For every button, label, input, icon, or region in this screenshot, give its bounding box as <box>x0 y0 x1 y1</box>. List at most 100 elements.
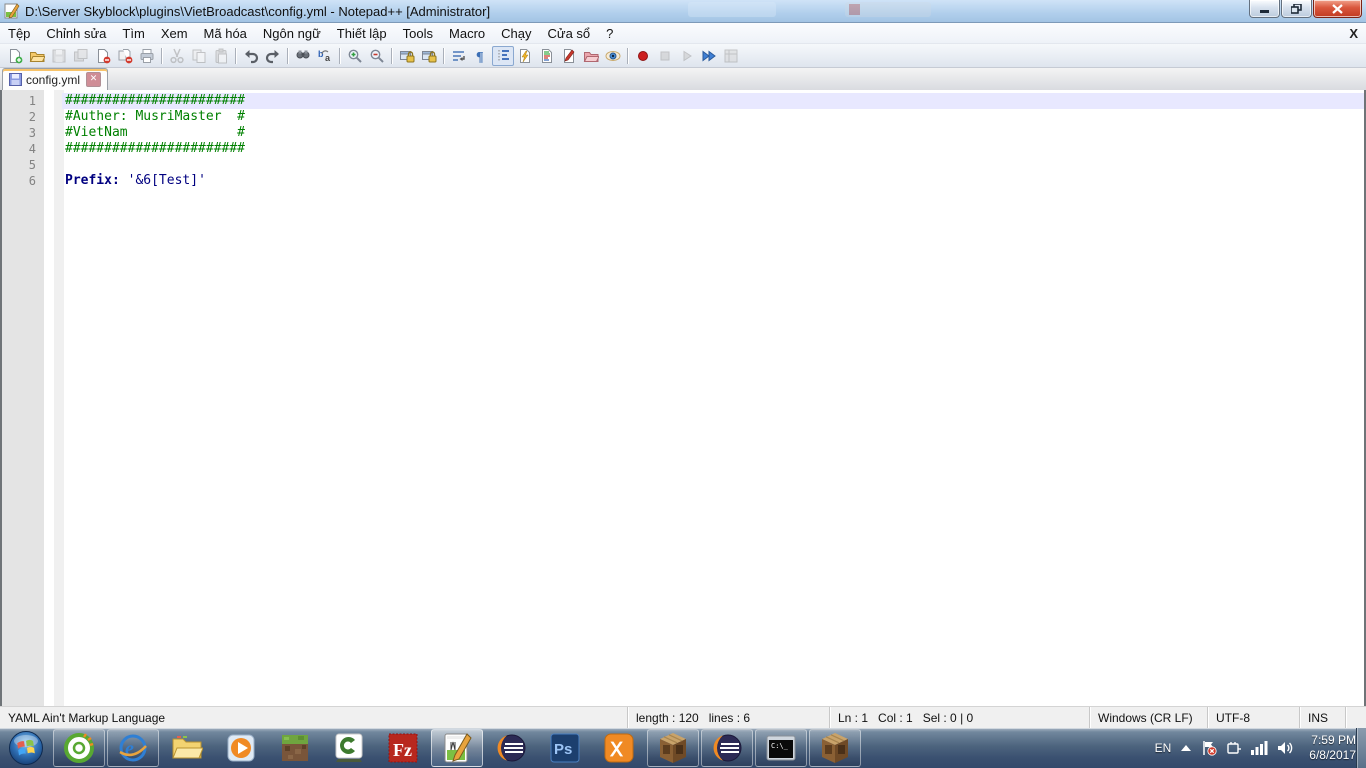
menu-item-1[interactable]: Tệp <box>0 24 38 43</box>
cut-icon[interactable] <box>166 46 188 66</box>
toolbar-separator <box>287 47 289 64</box>
taskbar-command-prompt[interactable]: C:\_ <box>755 729 807 767</box>
editor-line-3[interactable]: 3 #VietNam # <box>2 125 1364 141</box>
svg-text:e: e <box>125 738 134 760</box>
menu-item-10[interactable]: Chạy <box>493 24 539 43</box>
zoom-out-icon[interactable] <box>366 46 388 66</box>
taskbar-photoshop[interactable]: Ps <box>538 728 592 768</box>
taskbar-start-button[interactable] <box>0 728 52 768</box>
system-tray: EN 7:59 PM 6/8/2017 <box>1155 728 1356 768</box>
close-button[interactable] <box>1313 0 1362 18</box>
notepad-plus-plus-icon <box>4 3 20 19</box>
menu-item-7[interactable]: Thiết lập <box>329 24 395 43</box>
monitoring-eye-icon[interactable] <box>602 46 624 66</box>
taskbar-camtasia[interactable] <box>322 728 376 768</box>
document-map-icon[interactable] <box>536 46 558 66</box>
macro-stop-icon[interactable] <box>654 46 676 66</box>
print-icon[interactable] <box>136 46 158 66</box>
menu-item-4[interactable]: Xem <box>153 24 196 43</box>
editor-line-4[interactable]: 4 ####################### <box>2 141 1364 157</box>
save-file-icon[interactable] <box>48 46 70 66</box>
find-icon[interactable] <box>292 46 314 66</box>
npp-icon <box>444 733 472 763</box>
eclipse-icon <box>497 734 526 762</box>
sync-vertical-scroll-icon[interactable] <box>396 46 418 66</box>
background-window-artifact <box>688 2 776 17</box>
zoom-in-icon[interactable] <box>344 46 366 66</box>
window-title: D:\Server Skyblock\plugins\VietBroadcast… <box>25 3 491 19</box>
taskbar-minecraft-server-window-1[interactable] <box>647 729 699 767</box>
copy-icon[interactable] <box>188 46 210 66</box>
indent-guide-icon[interactable] <box>492 45 514 66</box>
svg-text:¶: ¶ <box>476 50 484 64</box>
redo-icon[interactable] <box>262 46 284 66</box>
taskbar-notepad-plus-plus[interactable] <box>431 729 483 767</box>
taskbar-minecraft[interactable] <box>268 728 322 768</box>
word-wrap-icon[interactable] <box>448 46 470 66</box>
menu-item-6[interactable]: Ngôn ngữ <box>255 24 329 43</box>
toolbar-separator <box>627 47 629 64</box>
define-language-icon[interactable] <box>558 46 580 66</box>
close-file-icon[interactable] <box>92 46 114 66</box>
editor-line-5[interactable]: 5 <box>2 157 1364 173</box>
macro-play-icon[interactable] <box>676 46 698 66</box>
code-text: #Auther: MusriMaster # <box>65 109 245 125</box>
menu-item-12[interactable]: ? <box>598 24 621 43</box>
editor-line-6[interactable]: 6 Prefix: '&6[Test]' <box>2 173 1364 189</box>
macro-save-icon[interactable] <box>720 46 742 66</box>
tab-config-yml[interactable]: config.yml ✕ <box>2 68 109 90</box>
network-signal-icon[interactable] <box>1251 741 1268 755</box>
taskbar-internet-explorer[interactable]: e <box>107 729 159 767</box>
taskbar-filezilla[interactable]: Fz <box>376 728 430 768</box>
action-center-flag-icon[interactable] <box>1201 740 1217 756</box>
toolbar-separator <box>339 47 341 64</box>
show-desktop-button[interactable] <box>1356 728 1366 768</box>
menu-item-9[interactable]: Macro <box>441 24 493 43</box>
taskbar-coccoc-browser[interactable] <box>53 729 105 767</box>
close-all-icon[interactable] <box>114 46 136 66</box>
language-indicator[interactable]: EN <box>1155 741 1172 755</box>
hidden-icons-arrow-icon[interactable] <box>1180 744 1192 752</box>
token-key: Prefix: <box>65 173 128 188</box>
volume-speaker-icon[interactable] <box>1277 741 1294 755</box>
taskbar-clock[interactable]: 7:59 PM 6/8/2017 <box>1309 733 1356 763</box>
taskbar-minecraft-server-window-2[interactable] <box>809 729 861 767</box>
editor-line-2[interactable]: 2 #Auther: MusriMaster # <box>2 109 1364 125</box>
macro-run-multiple-icon[interactable] <box>698 46 720 66</box>
menu-item-11[interactable]: Cửa sổ <box>540 24 599 43</box>
title-bar: D:\Server Skyblock\plugins\VietBroadcast… <box>0 0 1366 23</box>
close-document-x[interactable]: X <box>1349 26 1358 41</box>
function-list-icon[interactable] <box>514 46 536 66</box>
menu-item-5[interactable]: Mã hóa <box>196 24 255 43</box>
taskbar-windows-media-player[interactable] <box>214 728 268 768</box>
undo-icon[interactable] <box>240 46 262 66</box>
minimize-button[interactable] <box>1249 0 1280 18</box>
editor-line-1[interactable]: 1 ####################### <box>2 93 1364 109</box>
paste-icon[interactable] <box>210 46 232 66</box>
line-number: 4 <box>28 142 36 156</box>
menu-bar: Tệp Chỉnh sửa Tìm Xem Mã hóa Ngôn ngữ Thiết lậ… <box>0 23 1366 44</box>
save-all-icon[interactable] <box>70 46 92 66</box>
show-all-characters-icon[interactable]: ¶ <box>470 46 492 66</box>
menu-item-3[interactable]: Tìm <box>114 24 152 43</box>
menu-item-2[interactable]: Chỉnh sửa <box>38 24 114 43</box>
photoshop-icon: Ps <box>550 733 580 763</box>
power-plug-icon[interactable] <box>1226 740 1242 756</box>
folder-as-workspace-icon[interactable] <box>580 46 602 66</box>
taskbar-windows-explorer[interactable] <box>160 728 214 768</box>
taskbar-xampp[interactable]: ꓫ <box>592 728 646 768</box>
menu-item-8[interactable]: Tools <box>395 24 441 43</box>
taskbar-eclipse[interactable] <box>484 728 538 768</box>
open-file-icon[interactable] <box>26 46 48 66</box>
tab-close-icon[interactable]: ✕ <box>86 72 102 87</box>
taskbar-eclipse-window[interactable] <box>701 729 753 767</box>
macro-record-icon[interactable] <box>632 46 654 66</box>
replace-icon[interactable]: ba <box>314 46 336 66</box>
xampp-icon: ꓫ <box>604 733 634 763</box>
desktop: D:\Server Skyblock\plugins\VietBroadcast… <box>0 0 1366 768</box>
background-window-artifact <box>845 2 931 17</box>
sync-horizontal-scroll-icon[interactable] <box>418 46 440 66</box>
restore-button[interactable] <box>1281 0 1312 18</box>
editor-area[interactable]: 1 ####################### 2 #Auther: MusriM… <box>0 90 1366 706</box>
new-file-icon[interactable] <box>4 46 26 66</box>
